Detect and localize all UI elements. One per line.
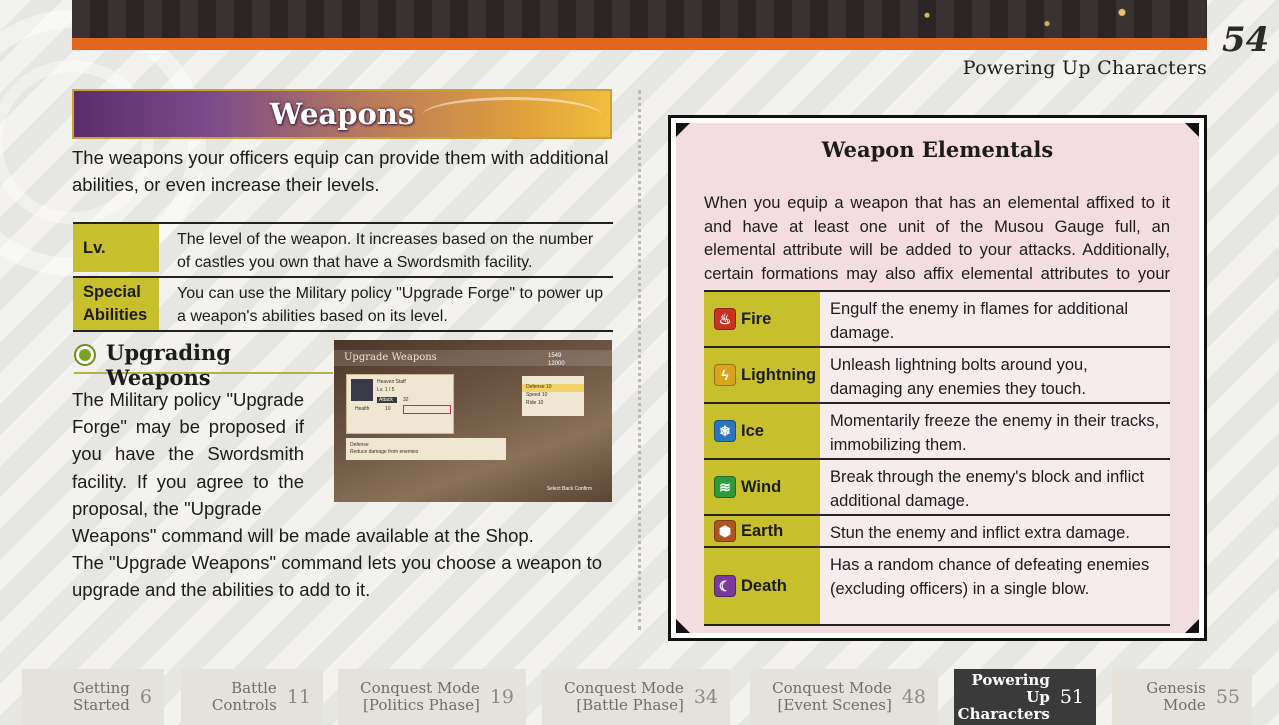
element-effect: Unleash lightning bolts around you, dama… <box>820 348 1170 404</box>
nav-tab-page: 6 <box>139 686 152 708</box>
nav-tab-label: Getting Started <box>72 679 130 714</box>
element-name-cell: ϟ Lightning <box>704 348 820 404</box>
nav-tab-label: Conquest Mode [Battle Phase] <box>564 679 684 714</box>
row-value: The level of the weapon. It increases ba… <box>177 231 594 271</box>
chapter-navigation: Getting Started 6 Battle Controls 11 Conquest … <box>0 663 1279 725</box>
nav-tab-label: Genesis Mode <box>1146 679 1206 714</box>
table-row: Special Abilities You can use the Milita… <box>73 278 613 332</box>
upgrade-weapons-screenshot: Upgrade Weapons 1549 12000 Heaven Staff … <box>334 340 612 502</box>
weapon-level: Lv. 1 / 5 <box>377 387 395 393</box>
nav-tab-page: 51 <box>1059 686 1084 708</box>
nav-tab-page: 55 <box>1215 686 1240 708</box>
nav-tab-label: Conquest Mode [Politics Phase] <box>360 679 480 714</box>
nav-tab-page: 19 <box>489 686 514 708</box>
ice-icon: ❄ <box>714 420 736 442</box>
header-band <box>72 0 1207 38</box>
upgrading-heading: Upgrading Weapons <box>74 340 333 390</box>
nav-tab-label: Conquest Mode [Event Scenes] <box>772 679 892 714</box>
element-name: Ice <box>741 421 764 440</box>
element-effect: Break through the enemy's block and infl… <box>820 460 1170 516</box>
header-stripe <box>72 38 1207 50</box>
element-row-fire: ♨ Fire Engulf the enemy in flames for addi… <box>704 292 1170 348</box>
element-name: Earth <box>741 521 784 540</box>
element-name: Lightning <box>741 365 817 384</box>
health-label: Health <box>355 406 370 412</box>
nav-tab-mode[interactable]: Genesis Mode 55 <box>1112 669 1252 725</box>
nav-tab-label: Powering Up Characters <box>957 670 1050 723</box>
element-name-cell: ♨ Fire <box>704 292 820 348</box>
row-value: You can use the Military policy "Upgrade… <box>177 285 604 325</box>
element-name-cell: ❄ Ice <box>704 404 820 460</box>
column-divider <box>638 90 641 630</box>
table-row: Lv. The level of the weapon. It increase… <box>73 224 613 278</box>
element-name-cell: ≋ Wind <box>704 460 820 516</box>
desc-title: Defense <box>350 442 369 448</box>
upgrading-para-wrapped: The Military policy "Upgrade Forge" may … <box>72 389 304 519</box>
element-name: Fire <box>741 309 772 328</box>
stat-row: Defense 10 <box>522 384 584 392</box>
element-effect: Engulf the enemy in flames for additiona… <box>820 292 1170 348</box>
attack-label: Attack <box>379 397 393 403</box>
weapon-name: Heaven Staff <box>377 379 406 385</box>
section-title: Powering Up Characters <box>962 57 1207 79</box>
element-row-ice: ❄ Ice Momentarily freeze the enemy in thei… <box>704 404 1170 460</box>
element-row-wind: ≋ Wind Break through the enemy's block and… <box>704 460 1170 516</box>
weapons-intro: The weapons your officers equip can prov… <box>72 147 609 195</box>
element-name-cell: ⬢ Earth <box>704 516 820 548</box>
nav-tab-page: 34 <box>693 686 718 708</box>
fire-icon: ♨ <box>714 308 736 330</box>
element-row-lightning: ϟ Lightning Unleash lightning bolts around… <box>704 348 1170 404</box>
ability-description: Defense Reduce damage from enemies <box>346 438 506 460</box>
nav-tab-started[interactable]: Getting Started 6 <box>22 669 164 725</box>
weapon-attribute-table: Lv. The level of the weapon. It increase… <box>73 222 613 332</box>
nav-tab-label: Battle Controls <box>211 679 277 714</box>
weapons-title: Weapons <box>269 97 415 131</box>
wind-icon: ≋ <box>714 476 736 498</box>
attack-value: 32 <box>403 397 409 403</box>
elementals-table: ♨ Fire Engulf the enemy in flames for addi… <box>704 290 1170 626</box>
controls-hint: Select Back Confirm <box>546 486 592 492</box>
gold-value: 12000 <box>548 361 565 367</box>
nav-tab-event-scenes[interactable]: Conquest Mode [Event Scenes] 48 <box>750 669 938 725</box>
nav-tab-politics-phase[interactable]: Conquest Mode [Politics Phase] 19 <box>338 669 526 725</box>
stat-row: Ride 10 <box>526 400 544 406</box>
element-row-death: ☾ Death Has a random chance of defeating e… <box>704 548 1170 626</box>
row-key: Special Abilities <box>73 278 159 330</box>
upgrading-para-rest: Weapons" command will be made available … <box>72 525 534 547</box>
element-name: Wind <box>741 477 782 496</box>
screenshot-gold: 1549 12000 <box>548 352 565 368</box>
weapon-panel: Heaven Staff Lv. 1 / 5 Attack 32 Health … <box>346 374 454 434</box>
nav-tab-battle-phase[interactable]: Conquest Mode [Battle Phase] 34 <box>542 669 730 725</box>
element-effect: Stun the enemy and inflict extra damage. <box>820 516 1170 548</box>
upgrading-title: Upgrading Weapons <box>106 340 231 390</box>
earth-icon: ⬢ <box>714 520 736 542</box>
health-value: 10 <box>385 406 391 412</box>
page-number: 54 <box>1222 20 1270 60</box>
desc-text: Reduce damage from enemies <box>350 449 419 455</box>
nav-tab-characters[interactable]: Powering Up Characters 51 <box>954 669 1096 725</box>
bullet-icon <box>74 344 96 366</box>
nav-tab-page: 48 <box>901 686 926 708</box>
lightning-icon: ϟ <box>714 364 736 386</box>
upgrading-para2: The "Upgrade Weapons" command lets you c… <box>72 552 603 601</box>
selection-box <box>403 405 451 414</box>
nav-tab-controls[interactable]: Battle Controls 11 <box>181 669 323 725</box>
screenshot-title: Upgrade Weapons <box>344 352 437 363</box>
element-name-cell: ☾ Death <box>704 548 820 626</box>
element-effect: Has a random chance of defeating enemies… <box>820 548 1170 626</box>
element-name: Death <box>741 576 787 595</box>
death-icon: ☾ <box>714 575 736 597</box>
staff-icon <box>351 379 373 401</box>
element-row-earth: ⬢ Earth Stun the enemy and inflict extra d… <box>704 516 1170 548</box>
nav-tab-page: 11 <box>286 686 311 708</box>
gold-value: 1549 <box>548 353 562 359</box>
elementals-title: Weapon Elementals <box>821 137 1054 162</box>
row-key: Lv. <box>73 224 159 272</box>
stats-list: Defense 10 Speed 10 Ride 10 <box>522 376 584 416</box>
weapons-banner: Weapons <box>72 89 612 139</box>
element-effect: Momentarily freeze the enemy in their tr… <box>820 404 1170 460</box>
stat-row: Speed 10 <box>526 392 548 398</box>
